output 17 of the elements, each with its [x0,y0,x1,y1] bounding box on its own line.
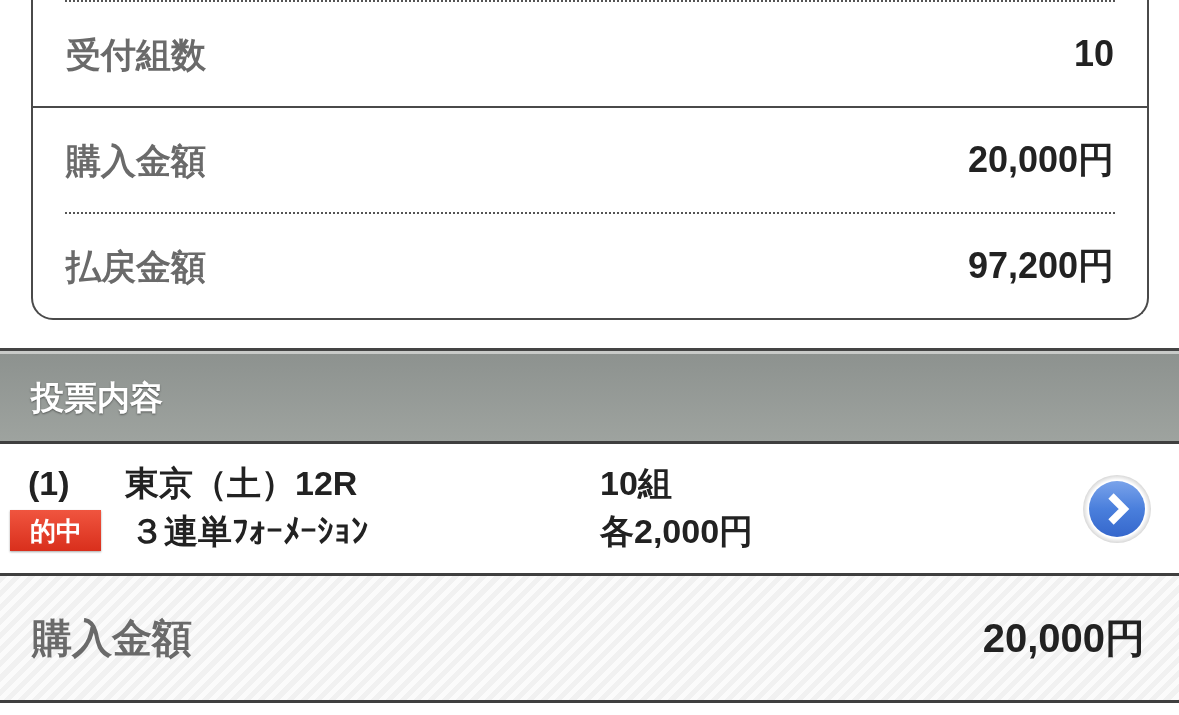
hit-badge: 的中 [10,510,101,551]
summary-label: 購入金額 [66,142,206,178]
summary-value: 20,000円 [967,142,1114,178]
combination-count: 10組 [600,466,673,500]
summary-label: 受付組数 [66,36,206,72]
race-name: 東京（土）12R [125,466,359,500]
bet-type: ３連単ﾌｫｰﾒｰｼｮﾝ [129,513,369,548]
stake-amount: 各2,000円 [600,513,755,548]
total-value: 20,000円 [982,618,1145,658]
total-label: 購入金額 [32,618,192,658]
summary-label: 払戻金額 [66,248,206,284]
section-title: 投票内容 [31,381,163,414]
detail-button[interactable] [1082,473,1152,544]
bet-number: (1) [27,466,71,500]
summary-value: 97,200円 [967,248,1114,284]
summary-value: 10 [1073,36,1114,72]
chevron-circle-icon [1082,473,1152,544]
